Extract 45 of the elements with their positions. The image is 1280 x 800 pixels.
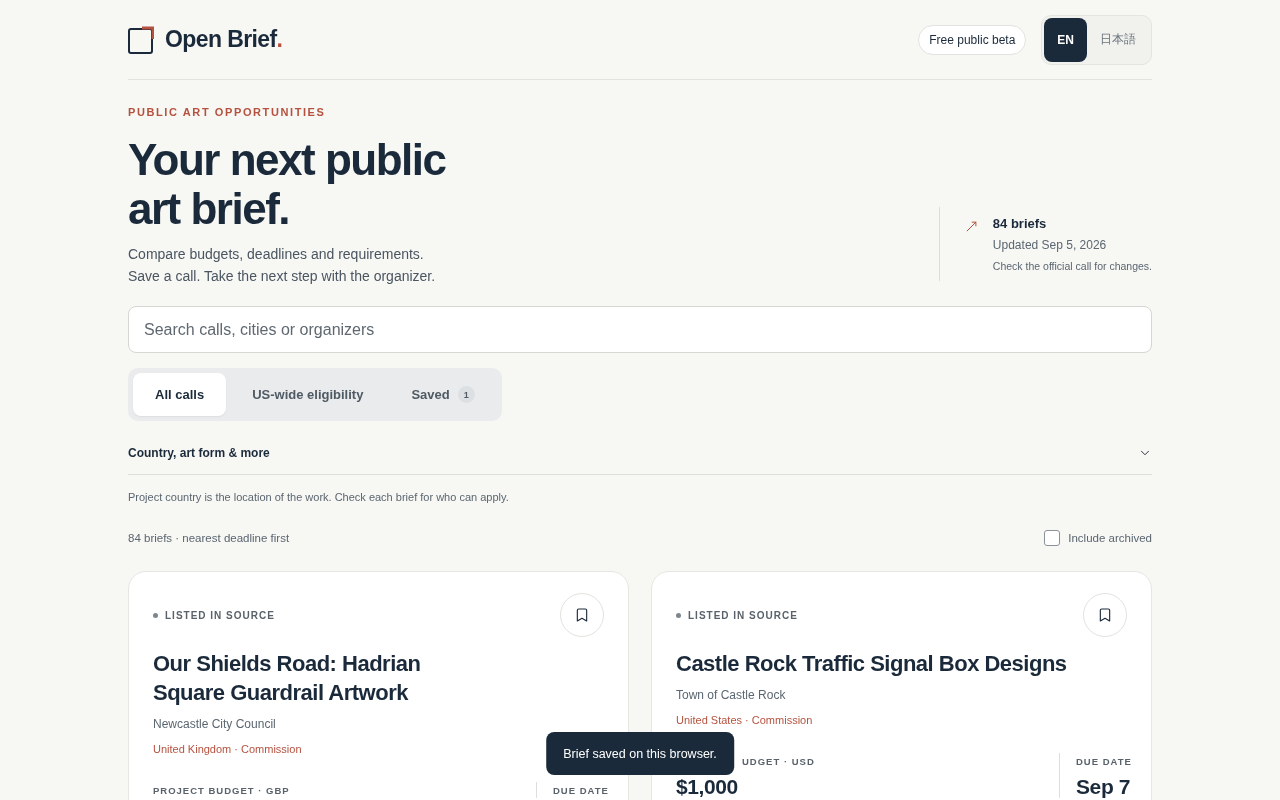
budget-label: UDGET · USD [742, 755, 815, 769]
brief-title: Our Shields Road: Hadrian Square Guardrail Artwork [153, 650, 422, 707]
brand-logo[interactable]: Open Brief. [128, 25, 283, 54]
brand-name: Open Brief. [165, 26, 283, 53]
eyebrow-label: PUBLIC ART OPPORTUNITIES [128, 105, 326, 119]
location-type: United States · Commission [676, 713, 813, 728]
hero-subtitle: Compare budgets, deadlines and requirements. [128, 245, 424, 264]
toast-message: Brief saved on this browser. [546, 732, 734, 775]
status-dot-icon [153, 612, 158, 618]
location-type: United Kingdom · Commission [153, 742, 302, 757]
page-title: Your next public art brief. [128, 135, 447, 233]
archived-checkbox[interactable] [1044, 530, 1061, 546]
search-field[interactable]: Search calls, cities or organizers [128, 306, 1152, 353]
language-button[interactable]: EN [1044, 17, 1087, 62]
brief-count: 84 briefs [992, 215, 1047, 233]
results-summary: 84 briefs · nearest deadline first [128, 532, 290, 544]
hero-subtitle: Save a call. Take the next step with the organizer. [128, 267, 436, 286]
filter-toggle[interactable]: Country, art form & more [128, 432, 1152, 475]
organizer-name: Town of Castle Rock [676, 687, 786, 703]
brief-title: Castle Rock Traffic Signal Box Designs [676, 650, 1067, 678]
filter-tab[interactable]: US-wide eligibility [230, 373, 386, 416]
tab-count: 1 [457, 386, 475, 403]
filter-label: Country, art form & more [128, 445, 270, 460]
organizer-name: Newcastle City Council [153, 716, 276, 732]
due-date-label: DUE DATE [1076, 755, 1132, 769]
bookmark-icon [574, 607, 590, 623]
checkbox-label: Include archived [1068, 532, 1152, 544]
language-button[interactable]: 日本語 [1087, 17, 1149, 62]
bookmark-button[interactable] [560, 593, 604, 637]
status-dot-icon [676, 612, 681, 618]
filter-tab[interactable]: Saved 1 [389, 373, 497, 416]
status-label: LISTED IN SOURCE [688, 609, 798, 621]
bookmark-icon [1097, 607, 1113, 623]
bookmark-button[interactable] [1083, 593, 1127, 637]
due-date-label: DUE DATE [553, 784, 609, 798]
status-label: LISTED IN SOURCE [165, 609, 275, 621]
logo-icon [128, 25, 154, 54]
updated-date: Updated Sep 5, 2026 [992, 237, 1107, 254]
filter-tab[interactable]: All calls [133, 373, 227, 416]
filter-note: Project country is the location of the work. Check each brief for who can apply. [128, 490, 509, 505]
beta-badge: Free public beta [918, 24, 1027, 55]
stats-note: Check the official call for changes. [992, 259, 1152, 273]
budget-label: PROJECT BUDGET · GBP [153, 784, 290, 798]
budget-amount: $1,000 [676, 775, 738, 798]
due-date: Sep 7 [1076, 775, 1131, 798]
